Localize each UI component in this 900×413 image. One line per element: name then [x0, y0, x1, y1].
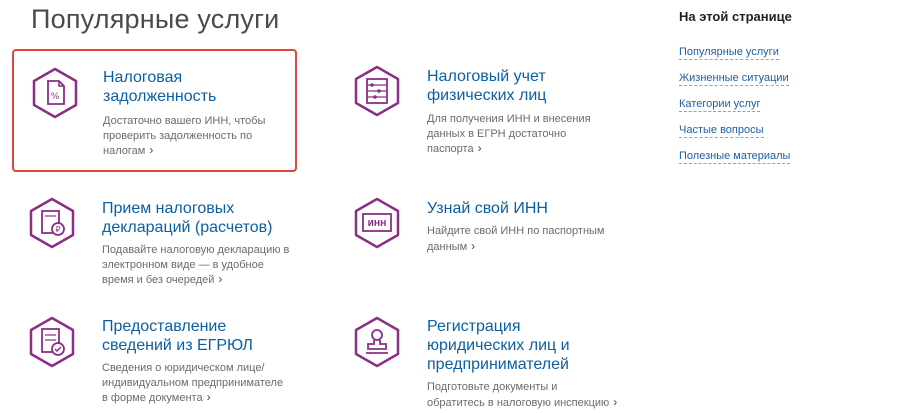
svg-text:ИНН: ИНН [368, 219, 387, 228]
card-desc-line: обратитесь в налоговую инспекцию [427, 396, 610, 409]
sidebar-link-materials[interactable]: Полезные материалы [679, 150, 791, 164]
sidebar-link-popular[interactable]: Популярные услуги [679, 46, 779, 60]
card-title-line[interactable]: Прием налоговых [102, 199, 272, 218]
card-desc-line: налогам [103, 145, 146, 157]
card-desc-line: Достаточно вашего ИНН, чтобы [103, 115, 266, 127]
chevron-right-icon[interactable]: › [207, 390, 211, 404]
card-desc-line: проверить задолженность по [103, 129, 253, 142]
card-desc-line: Сведения о юридическом лице/ [102, 362, 265, 374]
card-desc-line: данным [427, 240, 468, 253]
chevron-right-icon[interactable]: › [478, 141, 482, 155]
card-desc-line: данных в ЕГРН достаточно [427, 127, 567, 140]
document-check-icon [29, 316, 75, 368]
card-title-line[interactable]: предпринимателей [427, 355, 570, 374]
card-desc-line: Подавайте налоговую декларацию в [102, 244, 290, 256]
chevron-right-icon[interactable]: › [471, 239, 475, 253]
abacus-icon [354, 65, 400, 117]
card-title-line[interactable]: Регистрация [427, 317, 570, 336]
card-title-line[interactable]: Предоставление [102, 317, 253, 336]
card-title-line[interactable]: физических лиц [427, 86, 546, 105]
card-desc-line: время и без очередей [102, 274, 215, 286]
card-desc-line: Найдите свой ИНН по паспортным [427, 225, 605, 237]
chevron-right-icon[interactable]: › [149, 143, 153, 157]
card-desc-line: в форме документа [102, 392, 203, 404]
on-this-page-nav: На этой странице Популярные услуги Жизне… [679, 9, 879, 172]
service-card-find-inn[interactable]: ИНН Узнай свой ИНН Найдите свой ИНН по п… [352, 197, 637, 277]
sidebar-link-categories[interactable]: Категории услуг [679, 98, 761, 112]
service-card-tax-debt[interactable]: % Налоговая задолженность Достаточно ваш… [12, 49, 297, 172]
svg-text:₽: ₽ [55, 225, 60, 234]
card-desc-line: паспорта [427, 143, 474, 155]
service-card-egrul[interactable]: Предоставление сведений из ЕГРЮЛ Сведени… [27, 316, 312, 411]
service-card-declarations[interactable]: ₽ Прием налоговых деклараций (расчетов) … [27, 197, 312, 297]
card-title-line[interactable]: задолженность [103, 87, 216, 106]
stamp-icon [354, 316, 400, 368]
card-desc-line: индивидуальном предпринимателе [102, 376, 284, 389]
svg-text:%: % [51, 92, 60, 102]
card-title-line[interactable]: юридических лиц и [427, 336, 570, 355]
card-title-line[interactable]: Узнай свой ИНН [427, 199, 548, 218]
card-title-line[interactable]: деклараций (расчетов) [102, 218, 272, 237]
service-card-individual-tax[interactable]: Налоговый учет физических лиц Для получе… [352, 65, 637, 165]
card-desc-line: Для получения ИНН и внесения [427, 113, 591, 125]
card-title-line[interactable]: сведений из ЕГРЮЛ [102, 336, 253, 355]
sidebar-link-life-situations[interactable]: Жизненные ситуации [679, 72, 789, 86]
chevron-right-icon[interactable]: › [218, 272, 222, 286]
card-desc-line: Подготовьте документы и [427, 381, 558, 393]
inn-card-icon: ИНН [354, 197, 400, 249]
chevron-right-icon[interactable]: › [613, 395, 617, 409]
sidebar-link-faq[interactable]: Частые вопросы [679, 124, 764, 138]
service-card-registration[interactable]: Регистрация юридических лиц и предприним… [352, 316, 637, 411]
card-title-line[interactable]: Налоговая [103, 68, 216, 87]
ruble-document-icon: ₽ [29, 197, 75, 249]
tax-debt-icon: % [32, 67, 78, 119]
page-title: Популярные услуги [31, 4, 280, 34]
card-title-line[interactable]: Налоговый учет [427, 67, 546, 86]
card-desc-line: электронном виде — в удобное [102, 258, 264, 271]
sidebar-title: На этой странице [679, 9, 792, 24]
